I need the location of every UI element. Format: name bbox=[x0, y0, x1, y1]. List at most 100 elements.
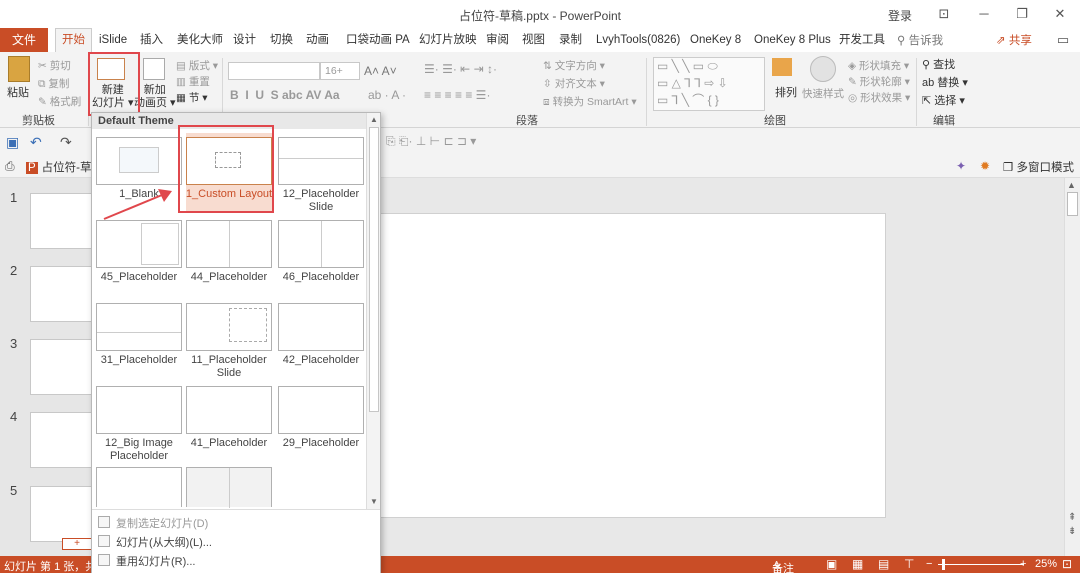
qat-extra-tools[interactable]: ⎘ ⎗· ⊥ ⊢ ⊏ ⊐ ▾ bbox=[386, 134, 476, 149]
font-format-buttons[interactable]: B I U S abc AV Aa bbox=[230, 88, 340, 102]
format-painter-button[interactable]: ✎ 格式刷 bbox=[38, 94, 81, 109]
settings-icon[interactable]: ✹ bbox=[980, 159, 990, 173]
paste-button[interactable]: 粘贴 bbox=[7, 84, 29, 100]
layout-option-partial[interactable] bbox=[278, 467, 364, 507]
tab-view[interactable]: 视图 bbox=[522, 28, 545, 52]
layout-option[interactable]: 11_Placeholder Slide bbox=[186, 299, 272, 379]
slide-sorter-icon[interactable]: ▦ bbox=[852, 557, 863, 571]
comment-icon[interactable]: ▭ bbox=[1052, 30, 1074, 50]
shape-fill-button[interactable]: ◈ 形状填充 ▾ bbox=[848, 58, 909, 73]
layout-option[interactable]: 12_Big Image Placeholder bbox=[96, 382, 182, 462]
arrange-icon[interactable] bbox=[772, 58, 792, 76]
gallery-scroll-down-icon[interactable]: ▼ bbox=[370, 497, 378, 506]
undo-icon[interactable]: ↶ bbox=[30, 134, 42, 151]
quick-style-button[interactable]: 快速样式 bbox=[802, 86, 844, 101]
tab-insert[interactable]: 插入 bbox=[140, 28, 163, 52]
tab-file[interactable]: 文件 bbox=[0, 28, 48, 52]
duplicate-slide-item[interactable]: 复制选定幻灯片(D) bbox=[116, 515, 208, 531]
reuse-slides-item[interactable]: 重用幻灯片(R)... bbox=[116, 553, 195, 569]
layout-option[interactable]: 12_Placeholder Slide bbox=[278, 133, 364, 213]
slides-from-outline-item[interactable]: 幻灯片(从大纲)(L)... bbox=[116, 534, 212, 550]
layout-option[interactable]: 44_Placeholder bbox=[186, 216, 272, 294]
layout-option[interactable]: 46_Placeholder bbox=[278, 216, 364, 294]
list-buttons[interactable]: ☰· ☰· ⇤ ⇥ ↕· bbox=[424, 62, 497, 76]
select-button[interactable]: ⇱ 选择 ▾ bbox=[922, 92, 965, 108]
arrange-button[interactable]: 排列 bbox=[775, 84, 797, 100]
zoom-slider-handle[interactable] bbox=[942, 559, 945, 570]
layout-option-partial[interactable] bbox=[96, 467, 182, 507]
tab-animations[interactable]: 动画 bbox=[306, 28, 329, 52]
gallery-scroll-up-icon[interactable]: ▲ bbox=[370, 115, 378, 124]
gallery-scroll-thumb[interactable] bbox=[369, 127, 379, 412]
font-color-icon[interactable]: ab · A · bbox=[368, 88, 406, 102]
scroll-prev-icon[interactable]: ⇞ bbox=[1068, 512, 1076, 523]
tab-review[interactable]: 审阅 bbox=[486, 28, 509, 52]
layout-option-partial[interactable] bbox=[186, 467, 272, 508]
shapes-gallery[interactable]: ▭ ╲ ╲ ▭ ⬭ ▭ △ ⅂ ⅂ ⇨ ⇩ ▭ ⅂ ╲ ⌒ { } bbox=[653, 57, 765, 111]
tab-beautify[interactable]: 美化大师 bbox=[177, 28, 223, 52]
layout-option[interactable]: 31_Placeholder bbox=[96, 299, 182, 377]
tab-onekey8[interactable]: OneKey 8 bbox=[690, 28, 741, 52]
zoom-level[interactable]: 25% bbox=[1035, 558, 1057, 570]
align-text-button[interactable]: ⇳ 对齐文本 ▾ bbox=[543, 76, 605, 91]
tab-onekey8plus[interactable]: OneKey 8 Plus bbox=[754, 28, 831, 52]
cut-button[interactable]: ✂ 剪切 bbox=[38, 58, 71, 73]
replace-button[interactable]: ab 替换 ▾ bbox=[922, 74, 968, 90]
save-icon[interactable]: ▣ bbox=[6, 134, 19, 151]
scroll-next-icon[interactable]: ⇟ bbox=[1068, 526, 1076, 537]
tab-design[interactable]: 设计 bbox=[233, 28, 256, 52]
tab-record[interactable]: 录制 bbox=[559, 28, 582, 52]
slide-thumbnail[interactable] bbox=[30, 339, 92, 395]
add-slide-icon[interactable]: + bbox=[62, 538, 92, 550]
sparkle-icon[interactable]: ✦ bbox=[956, 159, 966, 173]
font-name-input[interactable] bbox=[228, 62, 320, 80]
slide-thumbnail[interactable] bbox=[30, 266, 92, 322]
slide-canvas[interactable] bbox=[380, 213, 886, 518]
share-button[interactable]: ⇗ 共享 bbox=[996, 32, 1032, 48]
normal-view-icon[interactable]: ▣ bbox=[826, 557, 837, 571]
tab-home[interactable]: 开始 bbox=[55, 28, 92, 52]
section-button[interactable]: ▦ 节 ▾ bbox=[176, 90, 208, 105]
slide-thumbnail[interactable] bbox=[30, 193, 92, 249]
font-grow-icon[interactable]: A˄ A˅ bbox=[364, 64, 397, 78]
tell-me-search[interactable]: ⚲ 告诉我 bbox=[897, 32, 943, 48]
close-icon[interactable]: ✕ bbox=[1049, 4, 1071, 24]
maximize-icon[interactable]: ❐ bbox=[1011, 4, 1033, 24]
minimize-icon[interactable]: ─ bbox=[973, 4, 995, 24]
gallery-scrollbar[interactable]: ▲ ▼ bbox=[366, 113, 380, 509]
multi-window-button[interactable]: ❐ 多窗口模式 bbox=[1003, 159, 1074, 175]
reading-view-icon[interactable]: ▤ bbox=[878, 557, 889, 571]
paste-icon[interactable] bbox=[8, 56, 30, 82]
tab-transitions[interactable]: 切换 bbox=[270, 28, 293, 52]
add-animation-page-icon[interactable] bbox=[143, 58, 165, 80]
text-direction-button[interactable]: ⇅ 文字方向 ▾ bbox=[543, 58, 605, 73]
shape-effect-button[interactable]: ◎ 形状效果 ▾ bbox=[848, 90, 910, 105]
quick-style-icon[interactable] bbox=[810, 56, 836, 82]
scrollbar-thumb[interactable] bbox=[1067, 192, 1078, 216]
zoom-out-icon[interactable]: − bbox=[926, 558, 932, 570]
convert-smartart-button[interactable]: ⧈ 转换为 SmartArt ▾ bbox=[543, 94, 637, 109]
tab-pocket-animation[interactable]: 口袋动画 PA bbox=[346, 28, 410, 52]
redo-icon[interactable]: ↷ bbox=[60, 134, 72, 151]
fit-slide-icon[interactable]: ⊡ bbox=[1062, 557, 1072, 571]
login-link[interactable]: 登录 bbox=[888, 7, 912, 24]
zoom-in-icon[interactable]: + bbox=[1020, 558, 1026, 570]
layout-option[interactable]: 29_Placeholder bbox=[278, 382, 364, 460]
tab-developer[interactable]: 开发工具 bbox=[839, 28, 885, 52]
align-buttons[interactable]: ≡ ≡ ≡ ≡ ≡ ☰· bbox=[424, 88, 490, 102]
tab-slideshow[interactable]: 幻灯片放映 bbox=[419, 28, 477, 52]
slide-thumbnail[interactable] bbox=[30, 412, 92, 468]
layout-option[interactable]: 41_Placeholder bbox=[186, 382, 272, 460]
shape-outline-button[interactable]: ✎ 形状轮廓 ▾ bbox=[848, 74, 910, 89]
zoom-slider[interactable] bbox=[938, 564, 1024, 565]
ribbon-display-icon[interactable]: ⊡ bbox=[933, 4, 955, 24]
tab-islide[interactable]: iSlide bbox=[99, 28, 127, 52]
slide-thumbnail[interactable] bbox=[30, 486, 92, 542]
layout-option[interactable]: 42_Placeholder bbox=[278, 299, 364, 377]
copy-button[interactable]: ⧉ 复制 bbox=[38, 76, 69, 91]
layout-option[interactable]: 45_Placeholder bbox=[96, 216, 182, 294]
tab-lvyhtools[interactable]: LvyhTools(0826) bbox=[596, 28, 680, 52]
reset-button[interactable]: ▥ 重置 bbox=[176, 74, 210, 89]
document-tab[interactable]: P 占位符-草 bbox=[26, 159, 92, 175]
slideshow-icon[interactable]: ⊤ bbox=[904, 557, 914, 571]
